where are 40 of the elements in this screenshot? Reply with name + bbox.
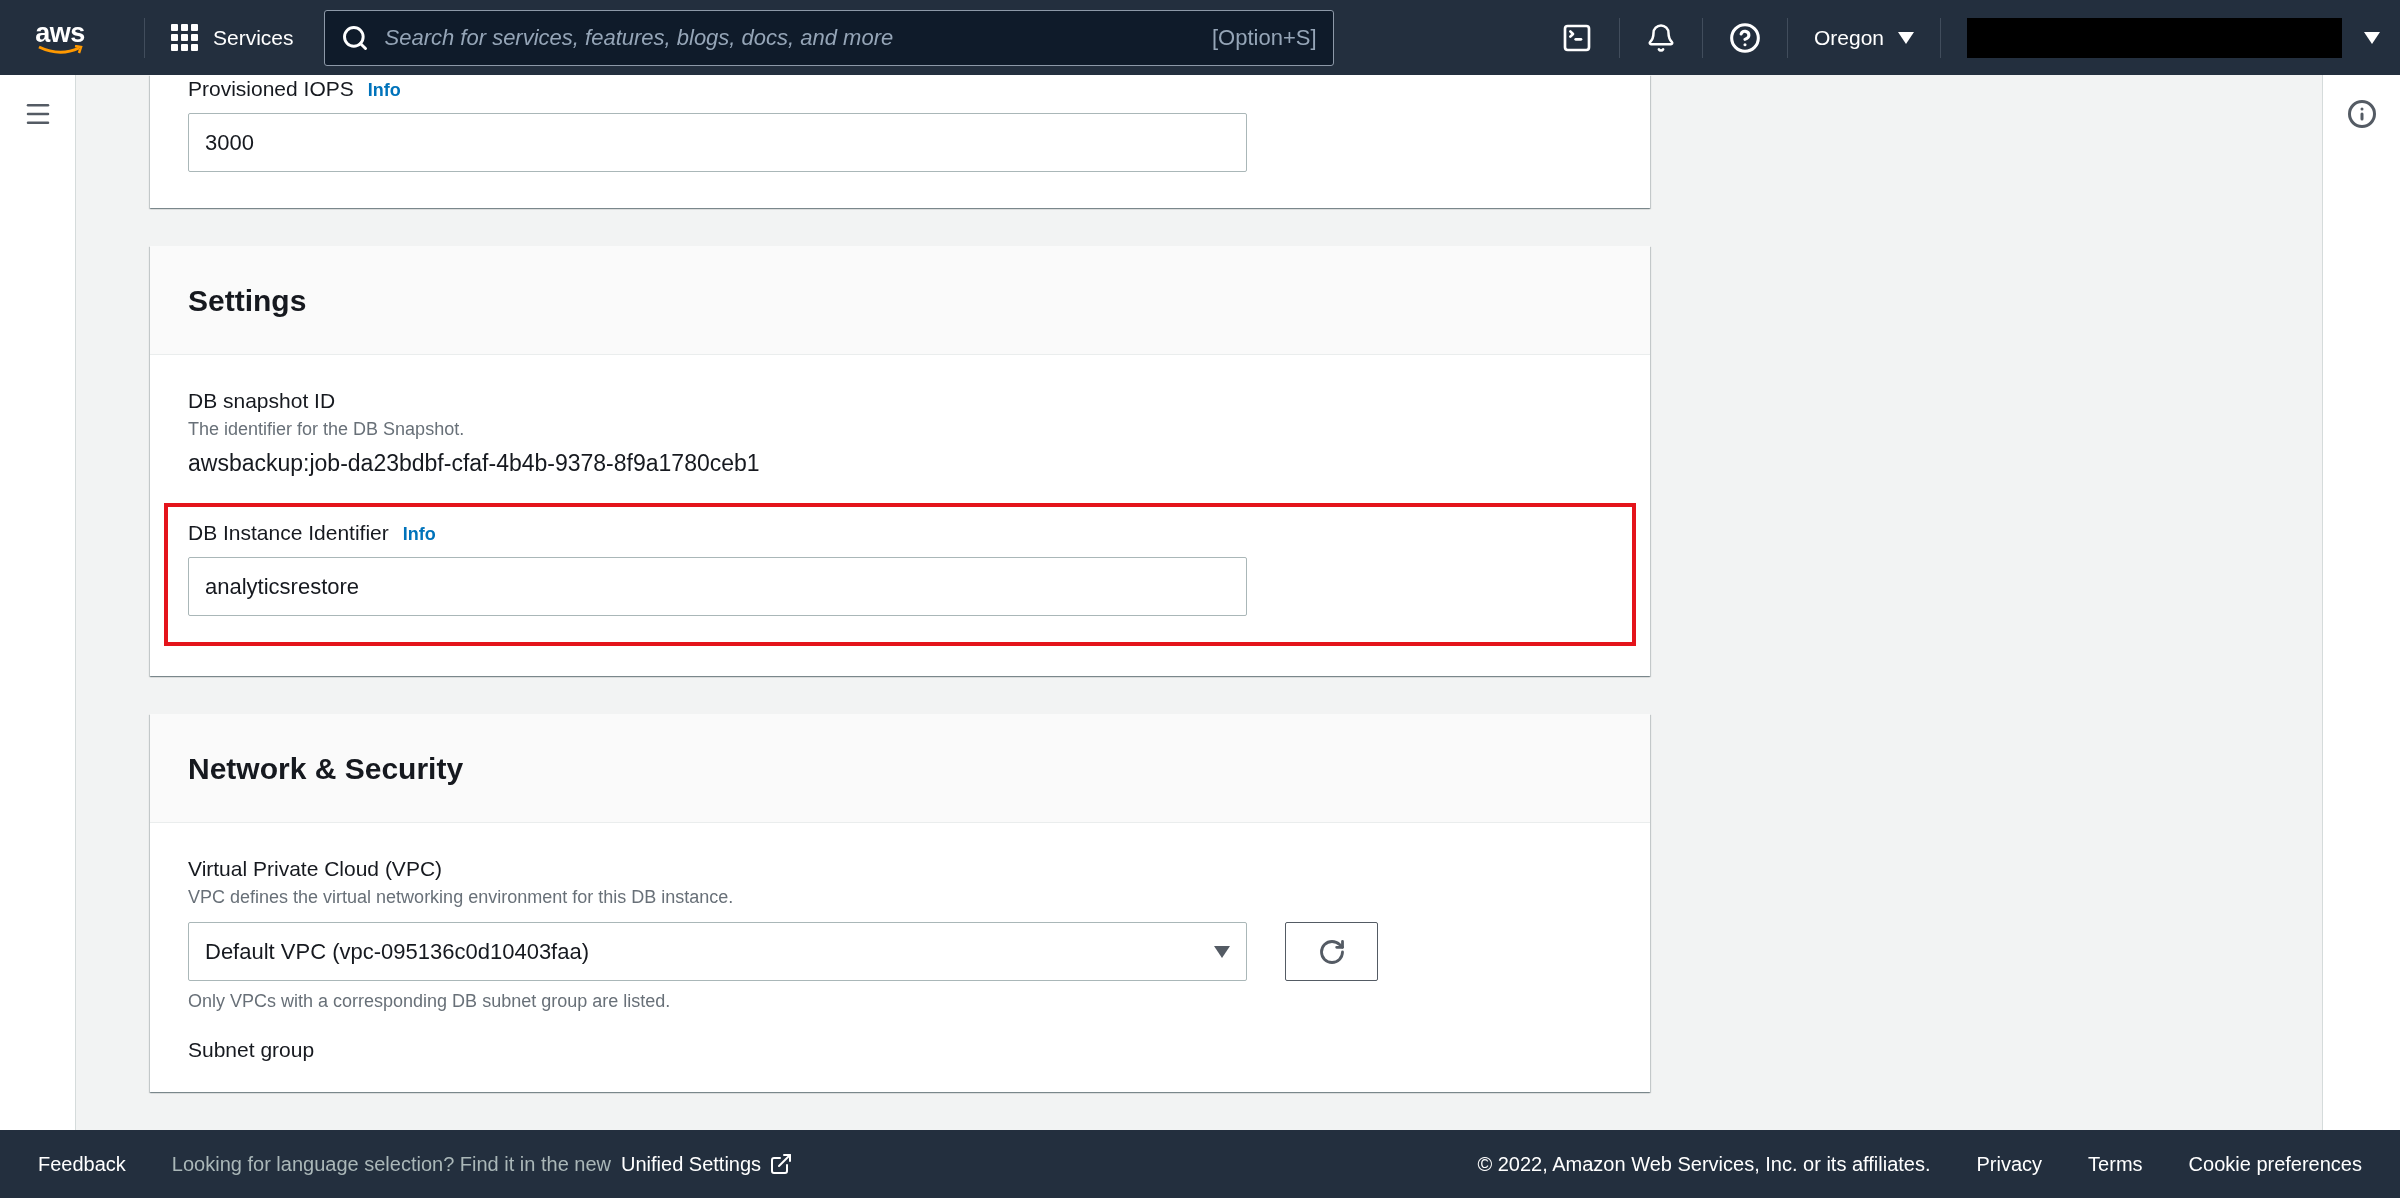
footer-link[interactable]: Cookie preferences bbox=[2188, 1152, 2362, 1176]
shortcut-hint: [Option+S] bbox=[1211, 24, 1317, 51]
language-note: Looking for language selection? Find it in the new bbox=[171, 1152, 612, 1176]
copyright-text: © 2022, Amazon Web Services, Inc. or its affiliates. bbox=[1477, 1152, 1931, 1176]
field-label: DB snapshot ID bbox=[188, 389, 336, 413]
help-button[interactable] bbox=[1728, 21, 1761, 54]
input-field[interactable]: analyticsrestore bbox=[188, 557, 1247, 616]
footer-link[interactable]: Privacy bbox=[1976, 1152, 2043, 1176]
unified-settings-link[interactable]: Unified Settings bbox=[621, 1152, 794, 1176]
field-label: Subnet group bbox=[188, 1038, 316, 1062]
field-description: The identifier for the DB Snapshot. bbox=[188, 419, 466, 440]
info-link[interactable]: Info bbox=[402, 524, 436, 545]
field-label: Virtual Private Cloud (VPC) bbox=[188, 857, 443, 881]
field-description: VPC defines the virtual networking environment for this DB instance. bbox=[188, 887, 735, 908]
input-field[interactable]: 3000 bbox=[188, 113, 1247, 172]
section-title: Network & Security bbox=[188, 752, 465, 786]
search-icon bbox=[340, 23, 369, 52]
feedback-link[interactable]: Feedback bbox=[38, 1152, 126, 1176]
search-field[interactable]: Search for services, features, blogs, docs, and more bbox=[382, 23, 1198, 52]
footer-link[interactable]: Terms bbox=[2088, 1152, 2143, 1176]
aws-logo[interactable]: aws bbox=[30, 20, 90, 55]
caret-icon bbox=[2364, 31, 2380, 44]
external-link-icon bbox=[769, 1152, 794, 1176]
field-label: DB Instance Identifier bbox=[188, 521, 389, 545]
info-link[interactable]: Info bbox=[367, 80, 401, 101]
region-menu[interactable]: Oregon bbox=[1813, 25, 1914, 50]
help-icon bbox=[1728, 21, 1761, 54]
field-label: Provisioned IOPS bbox=[188, 77, 354, 101]
field-value: awsbackup:job-da23bdbf-cfaf-4b4b-9378-8f9a1780ceb1 bbox=[188, 450, 761, 477]
refresh-button[interactable] bbox=[1285, 922, 1378, 981]
refresh-icon bbox=[1317, 937, 1346, 966]
field-hint: Only VPCs with a corresponding DB subnet group are listed. bbox=[188, 991, 672, 1012]
search-bar[interactable]: Search for services, features, blogs, docs, and more [Option+S] bbox=[323, 9, 1334, 66]
select-field[interactable]: Default VPC (vpc-095136c0d10403faa) bbox=[188, 922, 1247, 981]
services-menu[interactable]: Services bbox=[171, 23, 294, 52]
section-title: Settings bbox=[188, 284, 308, 318]
grid-icon bbox=[171, 23, 199, 52]
info-icon bbox=[2346, 99, 2377, 129]
caret-icon bbox=[1214, 945, 1230, 958]
caret-icon bbox=[1898, 31, 1914, 44]
